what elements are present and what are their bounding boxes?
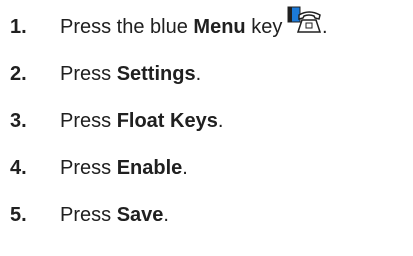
step-2: 2. Press Settings. — [10, 61, 201, 87]
step-text: Press the blue Menu key — [60, 16, 283, 38]
step-text: Press Settings. — [60, 63, 202, 85]
step-number: 2. — [10, 63, 27, 85]
step-3: 3. Press Float Keys. — [10, 108, 223, 134]
step-number: 4. — [10, 157, 27, 179]
step-number: 5. — [10, 204, 27, 226]
step-4: 4. Press Enable. — [10, 155, 188, 181]
step-text: Press Enable. — [60, 157, 188, 179]
step-1: 1. Press the blue Menu key — [10, 14, 282, 40]
instruction-steps: 1. Press the blue Menu key . 2. Press Sett… — [0, 0, 413, 256]
step-text: Press Float Keys. — [60, 110, 224, 132]
menu-phone-icon — [287, 6, 322, 33]
step-1-period: . — [322, 16, 328, 38]
step-text: Press Save. — [60, 204, 169, 226]
step-5: 5. Press Save. — [10, 202, 169, 228]
step-number: 1. — [10, 16, 27, 38]
step-number: 3. — [10, 110, 27, 132]
